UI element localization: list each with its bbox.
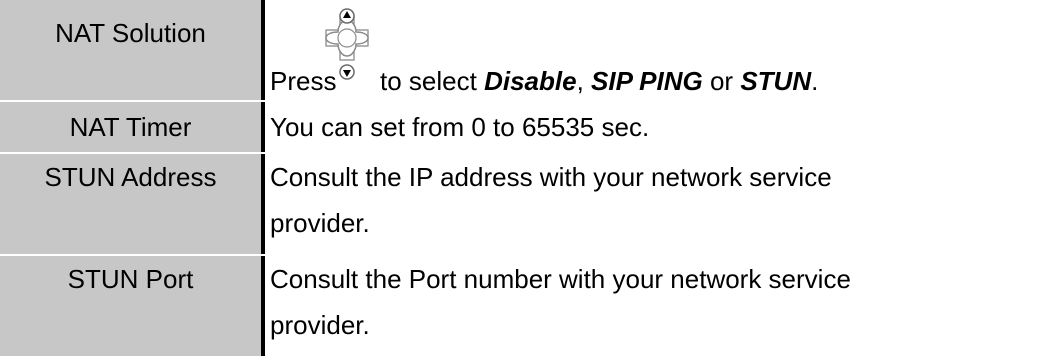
desc-line-2: provider. (270, 310, 370, 340)
desc-line-1: Consult the IP address with your network… (270, 162, 832, 192)
table-row-stun-address: STUN Address Consult the IP address with… (0, 154, 1048, 256)
press-text: Press (270, 66, 337, 96)
comma-text: , (576, 66, 592, 96)
column-divider (261, 154, 265, 254)
desc-nat-solution: Press to select Disable, SIP PING or STU… (266, 0, 1048, 100)
label-nat-timer: NAT Timer (0, 102, 261, 152)
desc-nat-timer: You can set from 0 to 65535 sec. (266, 102, 1048, 152)
label-stun-address: STUN Address (0, 154, 261, 254)
option-stun: STUN (740, 66, 812, 96)
table-row-nat-solution: NAT Solution Press to select Disable, SI… (0, 0, 1048, 102)
desc-stun-port: Consult the Port number with your networ… (266, 256, 1048, 356)
or-text: or (702, 66, 741, 96)
option-sip-ping: SIP PING (591, 66, 703, 96)
column-divider (261, 256, 265, 356)
period-text: . (811, 66, 819, 96)
table-row-stun-port: STUN Port Consult the Port number with y… (0, 256, 1048, 356)
label-nat-solution: NAT Solution (0, 0, 261, 100)
desc-line-2: provider. (270, 208, 370, 238)
column-divider (261, 102, 265, 152)
select-text: to select Disable, SIP PING or STUN. (380, 61, 818, 101)
to-select-text: to select (380, 66, 485, 96)
desc-line-1: Consult the Port number with your networ… (270, 264, 851, 294)
option-disable: Disable (484, 66, 577, 96)
table-row-nat-timer: NAT Timer You can set from 0 to 65535 se… (0, 102, 1048, 154)
label-stun-port: STUN Port (0, 256, 261, 356)
nat-solution-instruction: Press to select Disable, SIP PING or STU… (270, 61, 818, 101)
settings-table: NAT Solution Press to select Disable, SI… (0, 0, 1048, 356)
column-divider (261, 0, 265, 100)
desc-stun-address: Consult the IP address with your network… (266, 154, 1048, 254)
